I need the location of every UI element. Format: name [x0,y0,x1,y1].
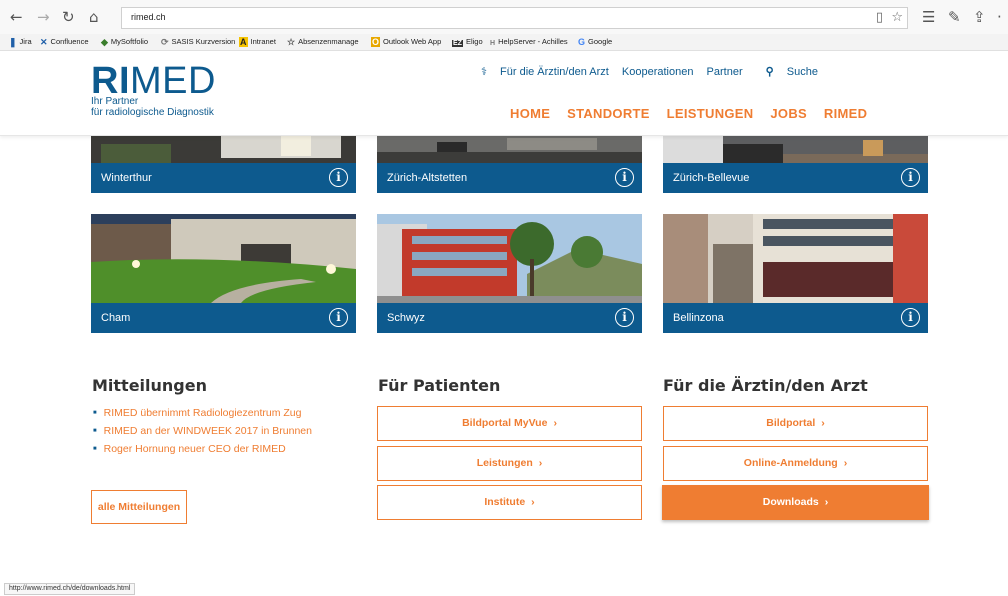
location-tile-zuerich-altstetten[interactable]: Zürich-Altstetten i [377,136,642,193]
refresh-icon[interactable]: ↻ [62,8,75,26]
location-photo [663,214,928,303]
location-label: Bellinzona i [663,303,928,333]
nav-home[interactable]: HOME [510,106,550,121]
location-photo [91,214,356,303]
jira-icon: ❚ [9,37,17,47]
location-photo [377,136,642,163]
online-anmeldung-button[interactable]: Online-Anmeldung › [663,446,928,481]
browser-toolbar: ← → ↻ ⌂ rimed.ch ▯ ☆ ☰ ✎ ⇪ · [0,0,1008,34]
favorites-hub-icon[interactable]: ☰ [922,8,935,26]
location-tile-schwyz[interactable]: Schwyz i [377,214,642,333]
leistungen-button[interactable]: Leistungen › [377,446,642,481]
top-link-doctors[interactable]: ⚕ Für die Ärztin/den Arzt [471,66,609,78]
confluence-icon: ✕ [40,37,48,47]
all-news-button[interactable]: alle Mitteilungen [91,490,187,524]
location-tile-winterthur[interactable]: Winterthur i [91,136,356,193]
main-nav: HOME STANDORTE LEISTUNGEN JOBS RIMED [510,106,880,121]
bookmark-helpserver[interactable]: H HelpServer - Achilles [490,37,568,47]
share-icon[interactable]: ⇪ [973,8,986,26]
location-photo [663,136,928,163]
helpserver-icon: H [490,40,496,47]
location-photo [91,136,356,163]
info-icon[interactable]: i [901,308,920,327]
location-tile-cham[interactable]: Cham i [91,214,356,333]
home-icon[interactable]: ⌂ [89,8,99,26]
favorite-star-icon[interactable]: ☆ [891,10,903,25]
location-tile-zuerich-bellevue[interactable]: Zürich-Bellevue i [663,136,928,193]
nav-leistungen[interactable]: LEISTUNGEN [667,106,754,121]
rimed-logo[interactable]: RIMED [91,62,216,100]
site-header: RIMED Ihr Partner für radiologische Diag… [0,51,1008,136]
status-bar-url: http://www.rimed.ch/de/downloads.html [4,583,136,595]
bildportal-myvue-button[interactable]: Bildportal MyVue › [377,406,642,441]
location-photo [377,214,642,303]
info-icon[interactable]: i [329,168,348,187]
info-icon[interactable]: i [615,168,634,187]
bookmark-sasis[interactable]: ⟳ SASIS Kurzversion [161,37,235,48]
location-label: Schwyz i [377,303,642,333]
sasis-icon: ⟳ [161,37,169,47]
news-item[interactable]: RIMED an der WINDWEEK 2017 in Brunnen [93,425,312,437]
chevron-right-icon: › [538,457,543,469]
nav-rimed[interactable]: RIMED [824,106,867,121]
star-icon: ☆ [287,37,296,47]
news-item[interactable]: RIMED übernimmt Radiologiezentrum Zug [93,407,312,419]
stethoscope-icon: ⚕ [481,66,491,78]
eligo-icon: EZ [452,40,463,47]
reading-view-icon[interactable]: ▯ [876,10,883,25]
top-link-suche[interactable]: ⚲ Suche [756,66,818,78]
chevron-right-icon: › [821,417,825,429]
nav-standorte[interactable]: STANDORTE [567,106,650,121]
web-note-icon[interactable]: ✎ [948,8,961,26]
bildportal-button[interactable]: Bildportal › [663,406,928,441]
tagline: Ihr Partner für radiologische Diagnostik [91,96,214,118]
mysoftfolio-icon: ◆ [101,37,108,47]
bookmarks-bar: ❚ Jira ✕ Confluence ◆ MySoftfolio ⟳ SASIS Ku… [0,34,1008,51]
top-links: ⚕ Für die Ärztin/den Arzt Kooperationen … [461,65,818,78]
info-icon[interactable]: i [615,308,634,327]
top-link-partner[interactable]: Partner [707,66,743,78]
info-icon[interactable]: i [329,308,348,327]
chevron-right-icon: › [824,496,829,508]
bookmark-intranet[interactable]: A Intranet [239,37,276,47]
address-bar[interactable]: rimed.ch ▯ ☆ [121,7,908,29]
top-link-kooperationen[interactable]: Kooperationen [622,66,694,78]
location-label: Cham i [91,303,356,333]
bookmark-eligo[interactable]: EZ Eligo [452,37,483,47]
doctors-heading: Für die Ärztin/den Arzt [663,376,868,395]
location-tile-bellinzona[interactable]: Bellinzona i [663,214,928,333]
intranet-icon: A [239,37,248,47]
news-list: RIMED übernimmt Radiologiezentrum Zug RI… [93,407,312,461]
bookmark-jira[interactable]: ❚ Jira [9,37,32,48]
news-heading: Mitteilungen [92,376,207,395]
location-label: Winterthur i [91,163,356,193]
back-icon[interactable]: ← [10,8,23,26]
news-item[interactable]: Roger Hornung neuer CEO der RIMED [93,443,312,455]
more-icon[interactable]: · [997,8,1002,26]
downloads-button[interactable]: Downloads › [662,485,929,520]
institute-button[interactable]: Institute › [377,485,642,520]
forward-icon[interactable]: → [37,8,50,26]
bookmark-mysoftfolio[interactable]: ◆ MySoftfolio [101,37,148,48]
info-icon[interactable]: i [901,168,920,187]
outlook-icon: O [371,37,381,47]
google-icon: G [578,37,586,47]
bookmark-outlook[interactable]: O Outlook Web App [371,37,441,47]
chevron-right-icon: › [553,417,557,429]
url-text: rimed.ch [131,12,166,22]
bookmark-google[interactable]: G Google [578,37,612,47]
nav-jobs[interactable]: JOBS [770,106,807,121]
patients-heading: Für Patienten [378,376,501,395]
location-label: Zürich-Bellevue i [663,163,928,193]
bookmark-absenzen[interactable]: ☆ Absenzenmanage [287,37,359,48]
chevron-right-icon: › [843,457,848,469]
chevron-right-icon: › [531,496,535,508]
search-icon: ⚲ [765,66,777,78]
bookmark-confluence[interactable]: ✕ Confluence [40,37,89,48]
location-label: Zürich-Altstetten i [377,163,642,193]
